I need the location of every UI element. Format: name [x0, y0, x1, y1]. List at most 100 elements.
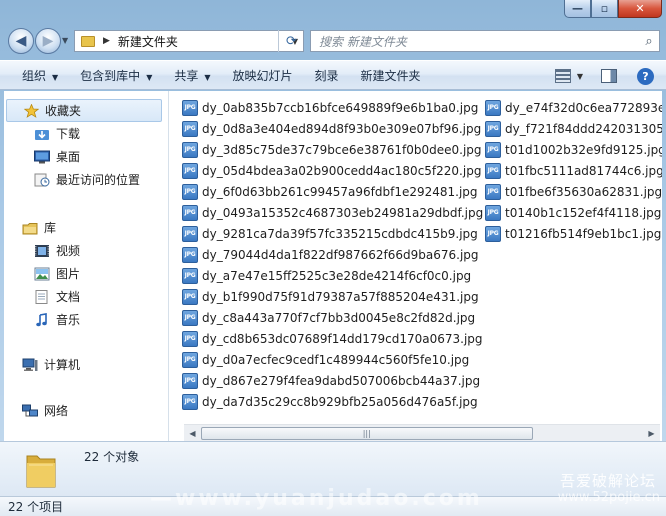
chevron-down-icon[interactable]: ▼ [577, 72, 583, 81]
network-group: 网络 [4, 399, 164, 422]
back-button[interactable]: ◀ [8, 28, 34, 54]
breadcrumb-current[interactable]: 新建文件夹 [118, 33, 287, 50]
recent-pages-dropdown[interactable]: ▼ [62, 36, 68, 45]
file-name: dy_d867e279f4fea9dabd507006bcb44a37.jpg [202, 373, 481, 388]
share-menu[interactable]: 共享 ▼ [174, 67, 210, 84]
file-item[interactable]: JPG t01d1002b32e9fd9125.jpg [485, 139, 662, 160]
file-name: t01fbe6f35630a62831.jpg [505, 184, 662, 199]
file-item[interactable]: JPG t0140b1c152ef4f4118.jpg [485, 202, 662, 223]
burn-button[interactable]: 刻录 [315, 67, 339, 84]
nav-computer[interactable]: 计算机 [4, 353, 164, 376]
nav-item-recent-places[interactable]: 最近访问的位置 [4, 168, 164, 191]
object-count: 22 个对象 [84, 450, 140, 464]
file-item[interactable]: JPG dy_3d85c75de37c79bce6e38761f0b0dee0.j… [182, 139, 483, 160]
nav-favorites[interactable]: 收藏夹 [6, 99, 162, 122]
pane-splitter[interactable] [168, 91, 169, 441]
arrow-left-icon: ◀ [15, 33, 27, 49]
file-item[interactable]: JPG dy_a7e47e15ff2525c3e28de4214f6cf0c0.j… [182, 265, 483, 286]
file-item[interactable]: JPG dy_79044d4da1f822df987662f66d9ba676.j… [182, 244, 483, 265]
file-item[interactable]: JPG t01fbc5111ad81744c6.jpg [485, 160, 662, 181]
file-item[interactable]: JPG dy_0d8a3e404ed894d8f93b0e309e07bf96.j… [182, 118, 483, 139]
file-item[interactable]: JPG dy_cd8b653dc07689f14dd179cd170a0673.j… [182, 328, 483, 349]
maximize-icon[interactable]: ▫ [591, 0, 618, 18]
nav-item-label: 音乐 [56, 313, 81, 327]
jpg-file-icon: JPG [182, 372, 198, 389]
file-item[interactable]: JPG dy_c8a443a770f7cf7bb3d0045e8c2fd82d.j… [182, 307, 483, 328]
horizontal-scrollbar[interactable]: ◀ ||| ▶ [184, 424, 660, 441]
folder-icon [26, 455, 56, 488]
library-icon [22, 221, 38, 235]
file-name: dy_3d85c75de37c79bce6e38761f0b0dee0.jpg [202, 142, 482, 157]
minimize-icon[interactable]: — [564, 0, 591, 18]
file-name: dy_f721f84ddd242031305b [505, 121, 662, 136]
file-item[interactable]: JPG t01fbe6f35630a62831.jpg [485, 181, 662, 202]
view-controls: ▼ ? [554, 61, 666, 91]
window-controls: — ▫ ✕ [564, 0, 662, 18]
search-box[interactable]: 搜索 新建文件夹 ⌕ [310, 30, 660, 52]
file-column: JPG dy_0ab835b7ccb16bfce649889f9e6b1ba0.j… [182, 97, 483, 412]
nav-item-documents[interactable]: 文档 [4, 285, 164, 308]
nav-libraries-label: 库 [44, 221, 57, 235]
jpg-file-icon: JPG [182, 309, 198, 326]
jpg-file-icon: JPG [485, 183, 501, 200]
address-bar[interactable]: ▶ 新建文件夹 ▼ [74, 30, 304, 52]
include-in-library-menu[interactable]: 包含到库中 ▼ [80, 67, 152, 84]
scroll-track[interactable]: ||| [201, 426, 643, 441]
view-options-icon[interactable] [554, 69, 571, 83]
breadcrumb-separator-icon[interactable]: ▶ [103, 36, 110, 46]
scroll-thumb[interactable]: ||| [201, 426, 533, 440]
nav-item-music[interactable]: 音乐 [4, 308, 164, 331]
file-list: JPG dy_0ab835b7ccb16bfce649889f9e6b1ba0.j… [182, 97, 662, 417]
scroll-left-icon[interactable]: ◀ [184, 425, 201, 442]
file-name: t01d1002b32e9fd9125.jpg [505, 142, 662, 157]
forward-button[interactable]: ▶ [35, 28, 61, 54]
file-item[interactable]: JPG dy_0ab835b7ccb16bfce649889f9e6b1ba0.j… [182, 97, 483, 118]
nav-network[interactable]: 网络 [4, 399, 164, 422]
nav-item-desktop[interactable]: 桌面 [4, 145, 164, 168]
nav-item-downloads[interactable]: 下载 [4, 122, 164, 145]
organize-menu[interactable]: 组织 ▼ [22, 67, 58, 84]
nav-libraries[interactable]: 库 [4, 216, 164, 239]
desktop-icon [34, 150, 50, 164]
file-name: t0140b1c152ef4f4118.jpg [505, 205, 662, 220]
file-name: dy_e74f32d0c6ea772893e3 [505, 100, 662, 115]
help-icon[interactable]: ? [637, 67, 654, 85]
share-label: 共享 [174, 68, 199, 83]
search-input[interactable]: 搜索 新建文件夹 [311, 33, 639, 50]
jpg-file-icon: JPG [182, 204, 198, 221]
jpg-file-icon: JPG [485, 120, 501, 137]
file-name: dy_0d8a3e404ed894d8f93b0e309e07bf96.jpg [202, 121, 482, 136]
file-item[interactable]: JPG dy_9281ca7da39f57fc335215cdbdc415b9.j… [182, 223, 483, 244]
file-item[interactable]: JPG dy_b1f990d75f91d79387a57f885204e431.j… [182, 286, 483, 307]
file-name: dy_05d4bdea3a02b900cedd4ac180c5f220.jpg [202, 163, 482, 178]
jpg-file-icon: JPG [182, 99, 198, 116]
refresh-button[interactable]: ⟳ [278, 30, 304, 52]
jpg-file-icon: JPG [182, 351, 198, 368]
file-name: dy_9281ca7da39f57fc335215cdbdc415b9.jpg [202, 226, 478, 241]
file-item[interactable]: JPG dy_f721f84ddd242031305b [485, 118, 662, 139]
scroll-right-icon[interactable]: ▶ [643, 425, 660, 442]
file-item[interactable]: JPG dy_e74f32d0c6ea772893e3 [485, 97, 662, 118]
nav-item-pictures[interactable]: 图片 [4, 262, 164, 285]
jpg-file-icon: JPG [182, 267, 198, 284]
file-item[interactable]: JPG dy_6f0d63bb261c99457a96fdbf1e292481.j… [182, 181, 483, 202]
jpg-file-icon: JPG [182, 162, 198, 179]
file-item[interactable]: JPG dy_da7d35c29cc8b929bfb25a056d476a5f.j… [182, 391, 483, 412]
nav-item-videos[interactable]: 视频 [4, 239, 164, 262]
file-item[interactable]: JPG t01216fb514f9eb1bc1.jpg [485, 223, 662, 244]
new-folder-button[interactable]: 新建文件夹 [361, 67, 421, 84]
file-item[interactable]: JPG dy_0493a15352c4687303eb24981a29dbdf.j… [182, 202, 483, 223]
file-item[interactable]: JPG dy_05d4bdea3a02b900cedd4ac180c5f220.j… [182, 160, 483, 181]
slideshow-button[interactable]: 放映幻灯片 [233, 67, 293, 84]
nav-item-label: 图片 [56, 267, 81, 281]
libraries-group: 库 视频 图片 文档 音乐 [4, 216, 164, 331]
close-icon[interactable]: ✕ [618, 0, 662, 18]
search-icon[interactable]: ⌕ [639, 34, 659, 49]
chevron-down-icon: ▼ [204, 72, 211, 82]
star-icon [23, 103, 39, 118]
file-item[interactable]: JPG dy_d867e279f4fea9dabd507006bcb44a37.j… [182, 370, 483, 391]
preview-pane-icon[interactable] [601, 69, 617, 83]
jpg-file-icon: JPG [182, 246, 198, 263]
include-in-library-label: 包含到库中 [80, 68, 141, 83]
file-item[interactable]: JPG dy_d0a7ecfec9cedf1c489944c560f5fe10.j… [182, 349, 483, 370]
